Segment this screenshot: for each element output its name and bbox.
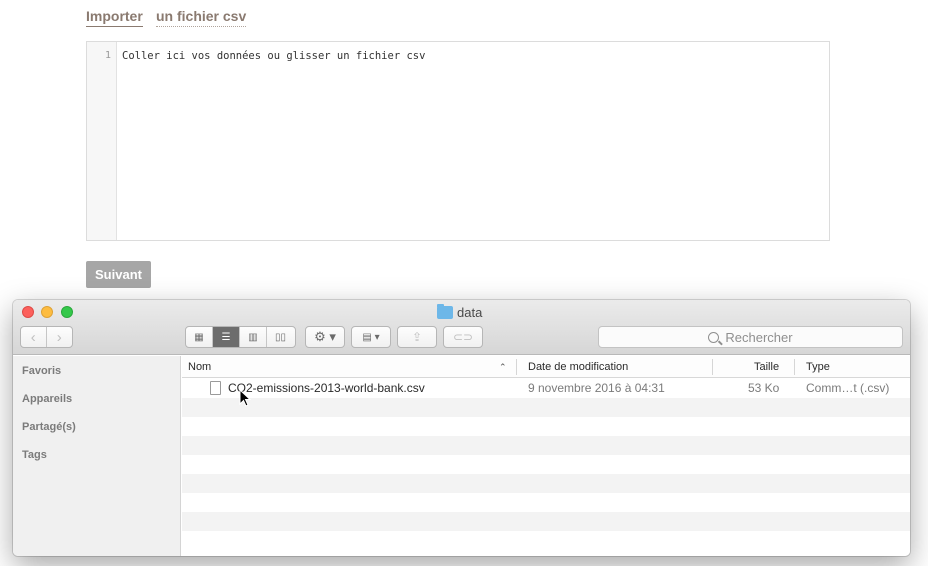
empty-row: [182, 436, 910, 455]
search-placeholder: Rechercher: [725, 329, 793, 345]
arrange-icon: ▤ ▾: [362, 331, 380, 343]
file-date: 9 novembre 2016 à 04:31: [528, 381, 665, 395]
empty-row: [182, 512, 910, 531]
empty-row: [182, 455, 910, 474]
icon-view-button[interactable]: ▦: [186, 327, 213, 347]
tag-menu: ⊂⊃: [443, 326, 483, 348]
table-row[interactable]: CO2-emissions-2013-world-bank.csv 9 nove…: [182, 379, 910, 398]
column-divider[interactable]: [712, 359, 713, 375]
action-menu: ⚙ ▾: [305, 326, 345, 348]
sidebar-item-favoris[interactable]: Favoris: [22, 365, 61, 377]
editor-placeholder: Coller ici vos données ou glisser un fic…: [122, 50, 426, 62]
sidebar: Favoris Appareils Partagé(s) Tags: [13, 356, 181, 556]
chevron-right-icon: ›: [56, 328, 62, 346]
column-header-size[interactable]: Taille: [754, 356, 779, 378]
file-size: 53 Ko: [748, 381, 780, 395]
icon-view-icon: ▦: [194, 331, 204, 343]
sidebar-item-tags[interactable]: Tags: [22, 449, 47, 461]
list-header: Nom ⌃ Date de modification Taille Type: [182, 356, 910, 378]
list-view-icon: ☰: [221, 331, 231, 343]
empty-row: [182, 493, 910, 512]
column-header-type[interactable]: Type: [806, 356, 830, 378]
file-name: CO2-emissions-2013-world-bank.csv: [228, 381, 425, 395]
arrange-menu: ▤ ▾: [351, 326, 391, 348]
line-gutter: 1: [87, 42, 117, 240]
sidebar-item-partages[interactable]: Partagé(s): [22, 421, 76, 433]
empty-row: [182, 474, 910, 493]
column-view-icon: ▥: [248, 331, 258, 343]
arrange-button[interactable]: ▤ ▾: [352, 327, 390, 347]
column-header-date[interactable]: Date de modification: [528, 356, 628, 378]
mouse-cursor-icon: [239, 388, 252, 412]
tag-button[interactable]: ⊂⊃: [444, 327, 482, 347]
tag-icon: ⊂⊃: [452, 330, 474, 344]
toolbar: data ‹ › ▦ ☰ ▥ ▯▯ ⚙ ▾ ▤ ▾ ⇪ ⊂⊃ Recherche…: [13, 300, 910, 355]
gear-icon: ⚙ ▾: [314, 329, 336, 344]
cover-flow-icon: ▯▯: [274, 331, 286, 343]
search-input[interactable]: Rechercher: [598, 326, 903, 348]
file-type: Comm…t (.csv): [806, 381, 890, 395]
sort-ascending-icon: ⌃: [499, 362, 507, 372]
close-window-button[interactable]: [22, 306, 34, 318]
tab-csv-file[interactable]: un fichier csv: [156, 8, 247, 27]
folder-icon: [437, 303, 453, 319]
tab-importer[interactable]: Importer: [86, 8, 143, 27]
window-title-text: data: [457, 304, 483, 320]
share-menu: ⇪: [397, 326, 437, 348]
sidebar-item-appareils[interactable]: Appareils: [22, 393, 72, 405]
share-button[interactable]: ⇪: [398, 327, 436, 347]
file-list: Nom ⌃ Date de modification Taille Type C…: [182, 356, 910, 556]
column-divider[interactable]: [516, 359, 517, 375]
navigation-buttons: ‹ ›: [20, 326, 73, 348]
action-button[interactable]: ⚙ ▾: [306, 327, 344, 347]
forward-button[interactable]: ›: [47, 327, 72, 347]
csv-editor[interactable]: 1 Coller ici vos données ou glisser un f…: [86, 41, 830, 241]
next-button[interactable]: Suivant: [86, 261, 151, 288]
column-divider[interactable]: [794, 359, 795, 375]
line-number: 1: [104, 50, 111, 61]
finder-window: data ‹ › ▦ ☰ ▥ ▯▯ ⚙ ▾ ▤ ▾ ⇪ ⊂⊃ Recherche…: [13, 300, 910, 556]
share-icon: ⇪: [411, 330, 423, 344]
minimize-window-button[interactable]: [41, 306, 53, 318]
empty-row: [182, 417, 910, 436]
empty-row: [182, 531, 910, 550]
search-icon: [708, 331, 720, 343]
column-view-button[interactable]: ▥: [240, 327, 267, 347]
chevron-left-icon: ‹: [30, 328, 36, 346]
window-title: data: [437, 303, 483, 320]
cover-flow-button[interactable]: ▯▯: [267, 327, 294, 347]
maximize-window-button[interactable]: [61, 306, 73, 318]
file-icon: [210, 381, 221, 395]
empty-row: [182, 398, 910, 417]
view-mode-buttons: ▦ ☰ ▥ ▯▯: [185, 326, 296, 348]
list-view-button[interactable]: ☰: [213, 327, 240, 347]
column-header-name[interactable]: Nom: [188, 356, 211, 378]
back-button[interactable]: ‹: [21, 327, 47, 347]
